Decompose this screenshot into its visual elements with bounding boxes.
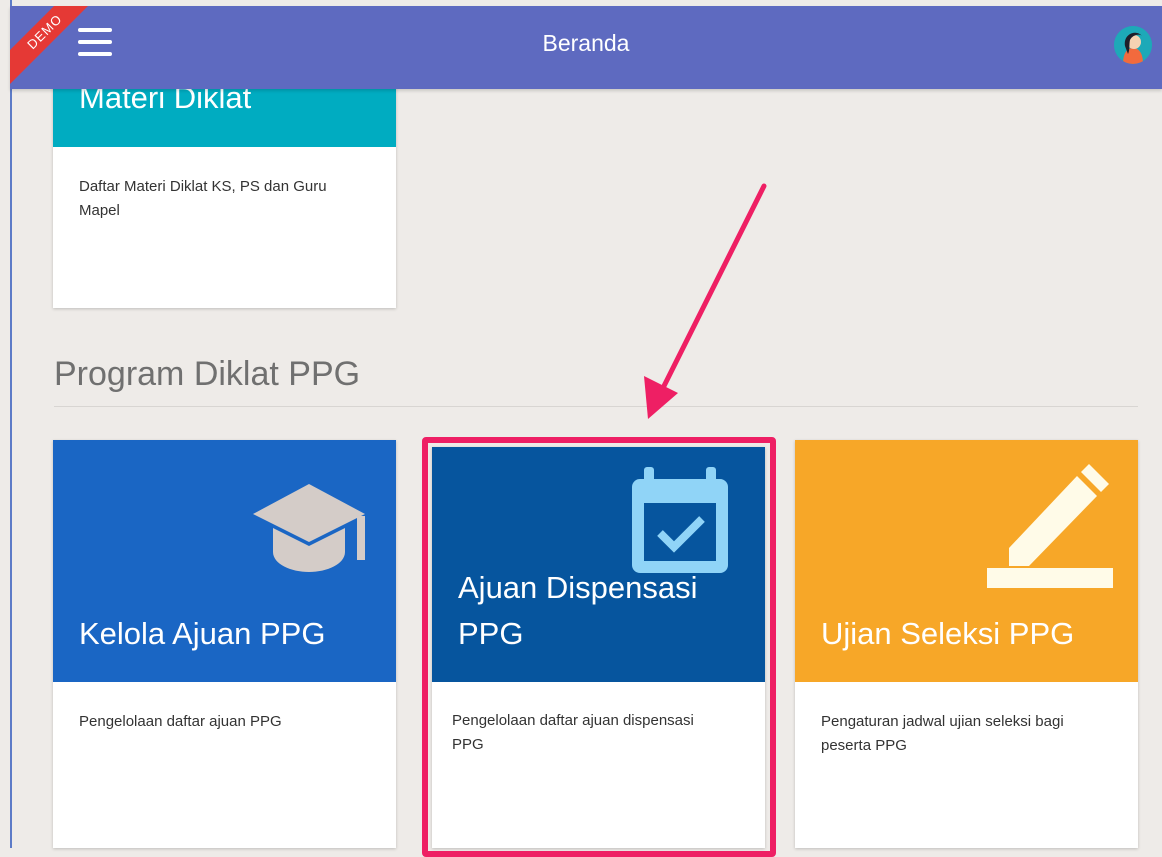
card-title: Ajuan Dispensasi PPG xyxy=(458,570,698,651)
card-ajuan-dispensasi-ppg[interactable]: Ajuan Dispensasi PPG Pengelolaan daftar … xyxy=(432,447,765,848)
pencil-icon xyxy=(987,464,1113,588)
page-title: Beranda xyxy=(542,30,630,56)
card-header: Ujian Seleksi PPG xyxy=(795,440,1138,682)
card-header: Ajuan Dispensasi PPG xyxy=(432,447,765,682)
card-header: Kelola Ajuan PPG xyxy=(53,440,396,682)
card-ujian-seleksi-ppg[interactable]: Ujian Seleksi PPG Pengaturan jadwal ujia… xyxy=(795,440,1138,848)
user-avatar-icon xyxy=(1114,26,1152,64)
card-kelola-ajuan-ppg[interactable]: Kelola Ajuan PPG Pengelolaan daftar ajua… xyxy=(53,440,396,848)
card-description: Pengaturan jadwal ujian seleksi bagi pes… xyxy=(821,713,1064,754)
section-title: Program Diklat PPG xyxy=(54,355,361,393)
section-divider xyxy=(54,406,1138,407)
card-description: Pengelolaan daftar ajuan PPG xyxy=(79,713,282,730)
card-description: Daftar Materi Diklat KS, PS dan Guru Map… xyxy=(79,178,327,219)
left-border xyxy=(10,0,12,848)
avatar[interactable] xyxy=(1114,26,1152,64)
card-title: Kelola Ajuan PPG xyxy=(79,616,326,651)
app-header: Beranda xyxy=(10,6,1162,89)
graduation-cap-icon xyxy=(253,484,365,572)
card-title: Ujian Seleksi PPG xyxy=(821,616,1075,651)
calendar-check-icon xyxy=(632,467,728,573)
card-description: Pengelolaan daftar ajuan dispensasi PPG xyxy=(452,712,694,753)
